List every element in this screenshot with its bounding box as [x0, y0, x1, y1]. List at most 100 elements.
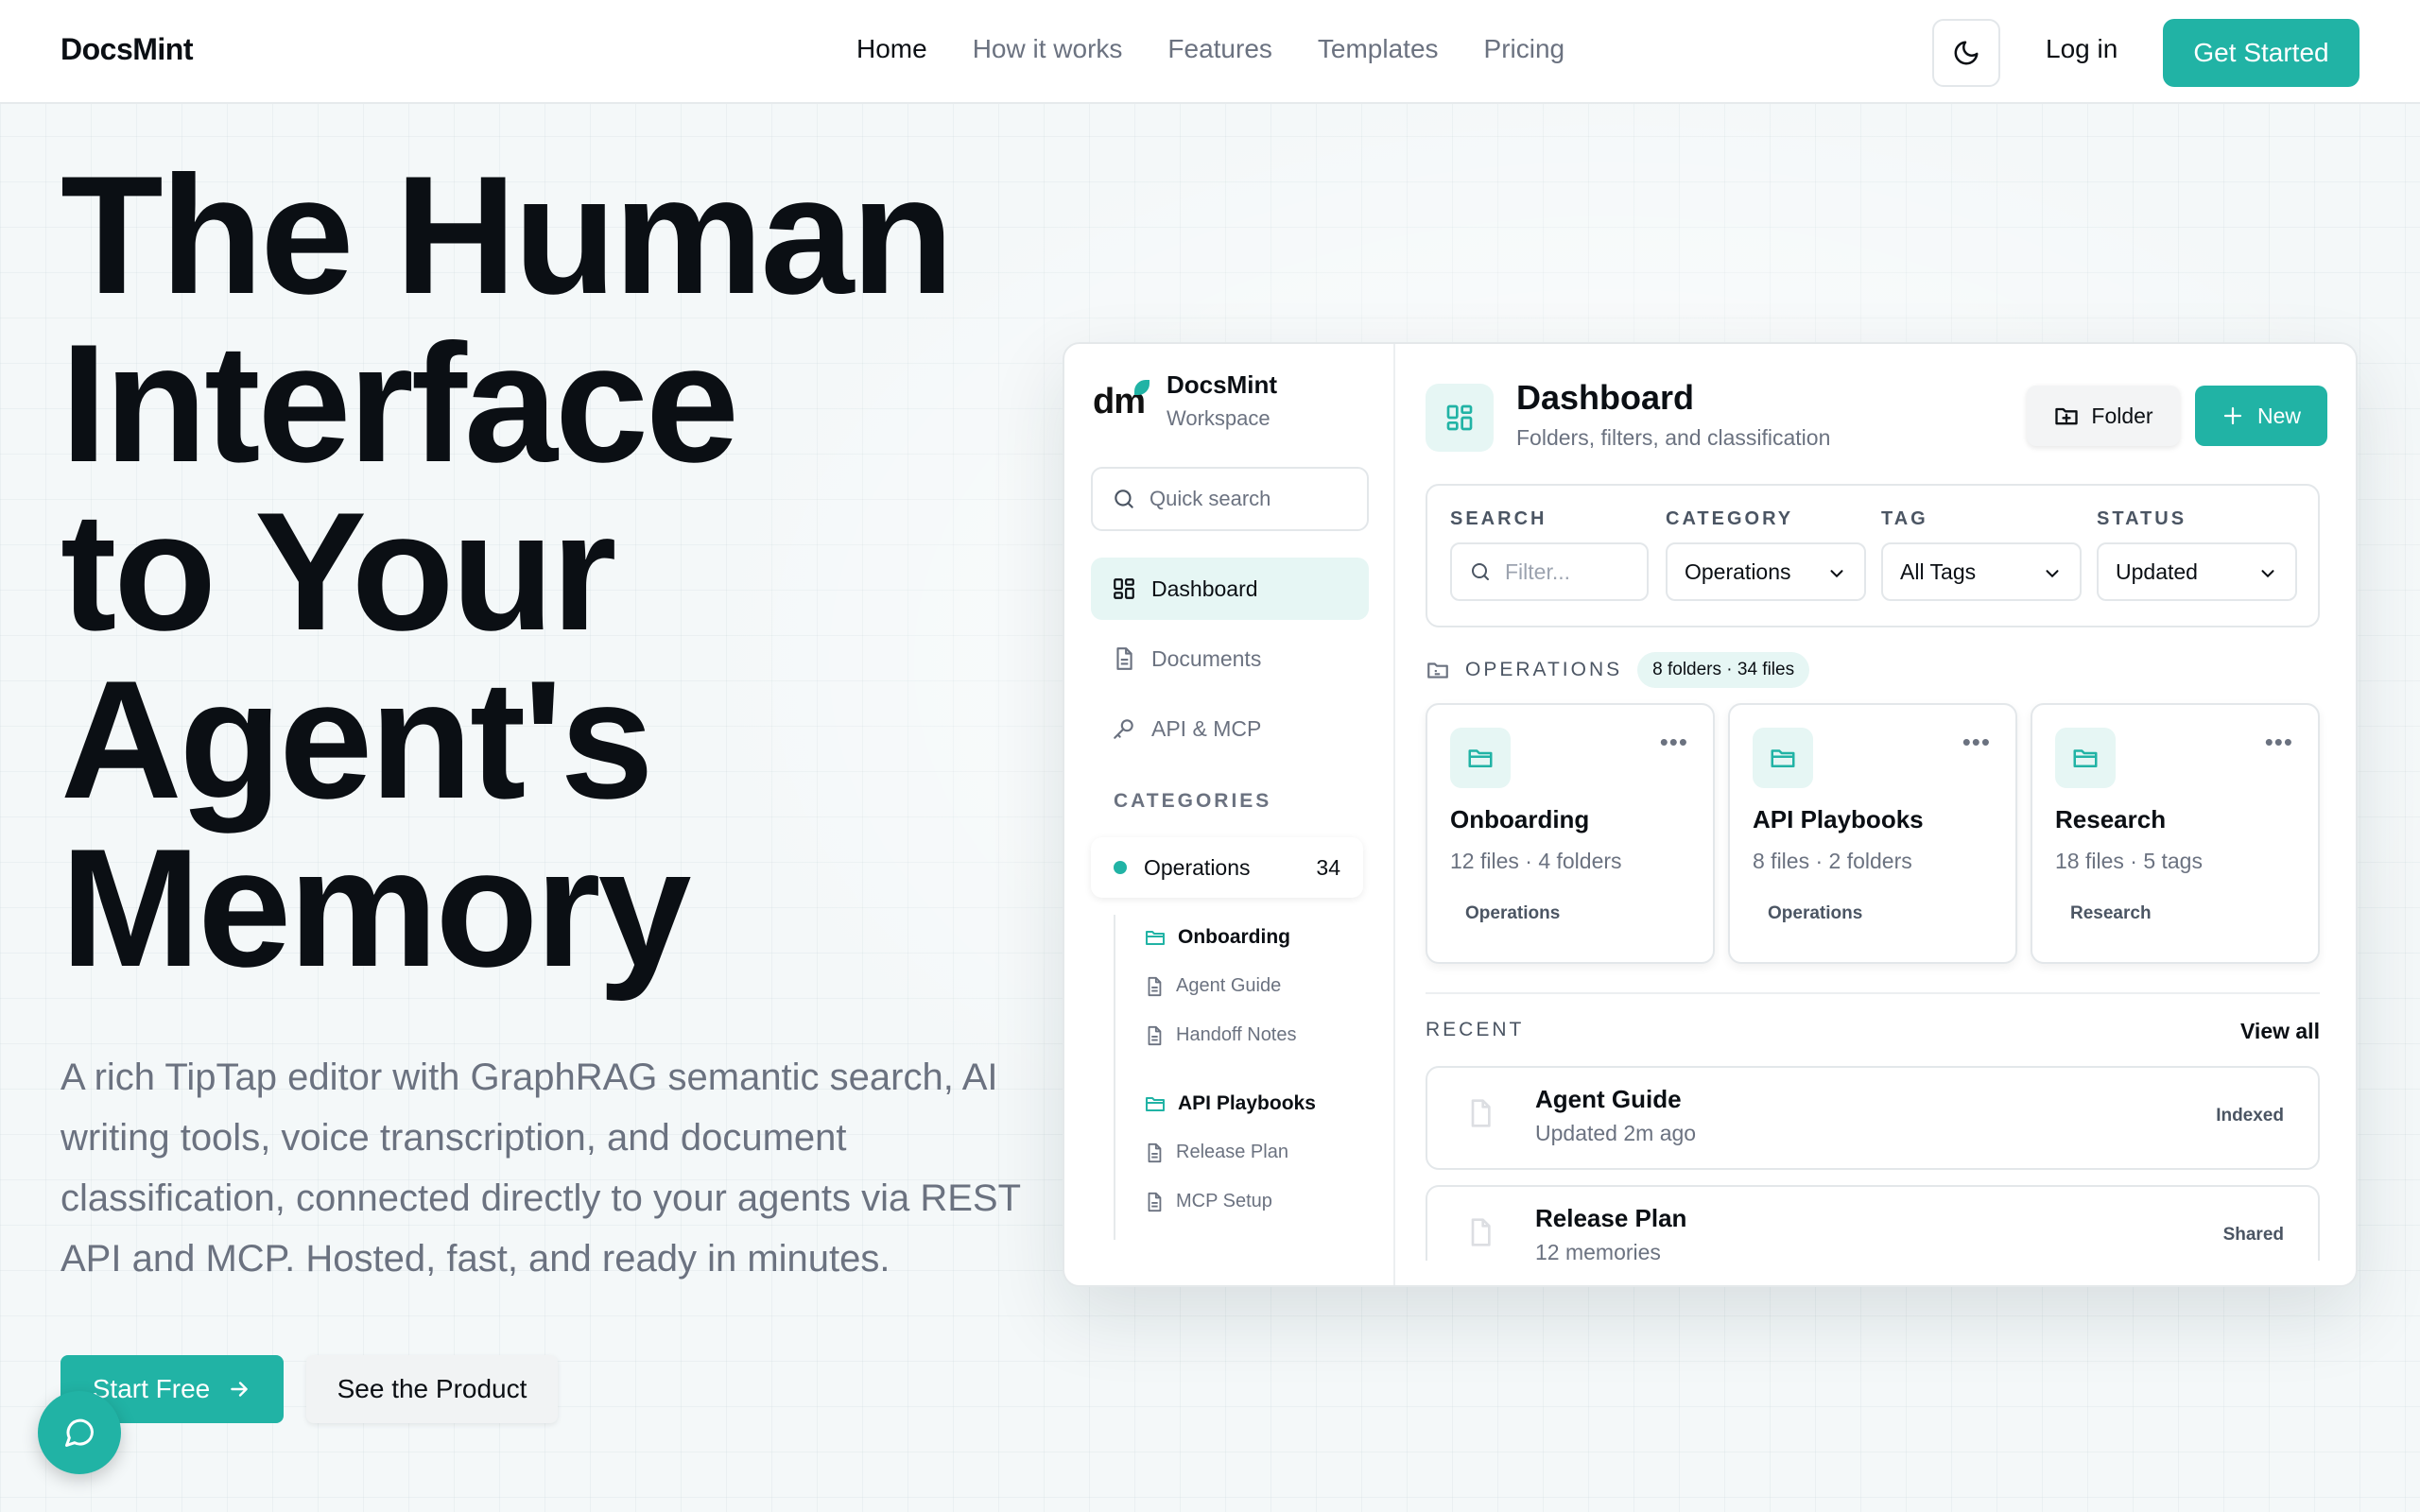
folder-card-category: Operations — [1768, 903, 1863, 923]
tree-folder-api-playbooks[interactable]: API Playbooks — [1144, 1092, 1316, 1115]
categories-heading: CATEGORIES — [1114, 790, 1272, 812]
hero-title-line: The Human — [60, 141, 954, 329]
workspace-name: DocsMint — [1167, 370, 1277, 399]
filter-search-input[interactable]: Filter... — [1450, 542, 1649, 601]
category-filter-label: CATEGORY — [1666, 508, 1794, 529]
folder-card[interactable]: ••• Research 18 files · 5 tags Research — [2031, 703, 2320, 964]
section-count-badge: 8 folders · 34 files — [1637, 652, 1810, 688]
filters-panel: SEARCH Filter... CATEGORY Operations TAG… — [1426, 484, 2320, 627]
document-icon — [1148, 976, 1162, 996]
filter-search-placeholder: Filter... — [1505, 558, 1571, 584]
top-nav: DocsMint Home How it works Features Temp… — [0, 0, 2420, 104]
new-label: New — [2256, 403, 2301, 428]
search-icon — [1115, 490, 1133, 508]
tree-doc-agent-guide[interactable]: Agent Guide — [1144, 975, 1281, 997]
nav-link-templates[interactable]: Templates — [1318, 34, 1439, 64]
folder-card-icon — [1753, 728, 1813, 788]
category-item-operations[interactable]: Operations 34 — [1091, 837, 1363, 898]
folder-card-icon — [2055, 728, 2116, 788]
view-all-link[interactable]: View all — [2240, 1019, 2320, 1044]
folder-tree-icon — [1427, 662, 1448, 679]
app-main: Dashboard Folders, filters, and classifi… — [1395, 344, 2356, 1285]
workspace-subtitle: Workspace — [1167, 406, 1270, 430]
folder-card[interactable]: ••• Onboarding 12 files · 4 folders Oper… — [1426, 703, 1715, 964]
folder-card-title: API Playbooks — [1753, 805, 1924, 833]
document-icon — [1148, 1025, 1162, 1045]
folder-icon — [1468, 749, 1493, 767]
recent-heading: RECENT — [1426, 1019, 1525, 1040]
see-product-button[interactable]: See the Product — [306, 1355, 558, 1423]
section-header: OPERATIONS 8 folders · 34 files — [1426, 652, 1810, 688]
tree-doc-mcp-setup[interactable]: MCP Setup — [1144, 1191, 1272, 1212]
category-dot — [1114, 861, 1127, 874]
chevron-down-icon — [2046, 570, 2059, 578]
recent-item[interactable]: Agent Guide Updated 2m ago Indexed — [1426, 1066, 2320, 1170]
nav-link-features[interactable]: Features — [1167, 34, 1272, 64]
folder-icon — [1771, 749, 1795, 767]
document-icon — [1471, 1218, 1491, 1246]
status-select[interactable]: Updated — [2097, 542, 2297, 601]
category-select[interactable]: Operations — [1666, 542, 1866, 601]
tag-select-value: All Tags — [1900, 558, 1977, 584]
tree-label: Handoff Notes — [1176, 1024, 1297, 1045]
sidebar-item-label: API & MCP — [1151, 715, 1262, 741]
tree-label: Onboarding — [1178, 926, 1290, 948]
recent-item-title: Agent Guide — [1535, 1085, 1682, 1113]
nav-link-home[interactable]: Home — [856, 34, 927, 64]
more-icon[interactable]: ••• — [1962, 728, 1991, 757]
folder-card-icon — [1450, 728, 1511, 788]
folder-plus-icon — [2055, 407, 2079, 425]
tag-filter-label: TAG — [1881, 508, 1928, 529]
login-link[interactable]: Log in — [2046, 34, 2118, 64]
quick-search-placeholder: Quick search — [1150, 487, 1271, 510]
status-badge: Indexed — [2216, 1106, 2284, 1125]
hero-title-line: Memory — [60, 814, 692, 1002]
theme-toggle-button[interactable] — [1932, 19, 2000, 87]
new-button[interactable]: New — [2195, 386, 2327, 446]
section-heading: OPERATIONS — [1465, 659, 1623, 680]
brand-logo[interactable]: DocsMint — [60, 32, 194, 67]
document-icon — [1148, 1192, 1162, 1211]
more-icon[interactable]: ••• — [2265, 728, 2293, 757]
nav-links: Home How it works Features Templates Pri… — [856, 34, 1564, 64]
section-divider — [1426, 992, 2320, 994]
folder-icon — [1146, 931, 1165, 945]
hero-title-line: to Your — [60, 477, 617, 665]
recent-item[interactable]: Release Plan 12 memories Shared — [1426, 1185, 2320, 1261]
quick-search-input[interactable]: Quick search — [1091, 467, 1369, 531]
folder-card-category: Research — [2070, 903, 2152, 923]
dashboard-header-icon — [1426, 384, 1494, 452]
hero-title: The Human Interface to Your Agent's Memo… — [60, 151, 1063, 992]
folder-card-category: Operations — [1465, 903, 1561, 923]
recent-item-title: Release Plan — [1535, 1204, 1687, 1232]
get-started-button[interactable]: Get Started — [2163, 19, 2360, 87]
tree-folder-onboarding[interactable]: Onboarding — [1144, 926, 1290, 949]
dashboard-icon — [1114, 578, 1134, 599]
tree-doc-handoff-notes[interactable]: Handoff Notes — [1144, 1024, 1297, 1046]
dashboard-icon — [1446, 404, 1473, 431]
more-icon[interactable]: ••• — [1660, 728, 1688, 757]
category-name: Operations — [1144, 854, 1251, 880]
nav-link-how-it-works[interactable]: How it works — [973, 34, 1123, 64]
document-icon — [1471, 1099, 1491, 1127]
sidebar-item-label: Documents — [1151, 645, 1262, 671]
tree-doc-release-plan[interactable]: Release Plan — [1144, 1142, 1288, 1163]
moon-icon — [1954, 41, 1979, 65]
folder-card[interactable]: ••• API Playbooks 8 files · 2 folders Op… — [1728, 703, 2017, 964]
nav-link-pricing[interactable]: Pricing — [1484, 34, 1565, 64]
sidebar-item-dashboard[interactable]: Dashboard — [1091, 558, 1369, 620]
chevron-down-icon — [1830, 570, 1843, 578]
new-folder-label: Folder — [2091, 403, 2153, 428]
tree-label: API Playbooks — [1178, 1092, 1316, 1114]
tag-select[interactable]: All Tags — [1881, 542, 2082, 601]
sidebar-item-documents[interactable]: Documents — [1091, 627, 1369, 690]
arrow-right-icon — [231, 1382, 249, 1397]
tree-label: Agent Guide — [1176, 975, 1282, 996]
new-folder-button[interactable]: Folder — [2027, 386, 2180, 446]
start-free-label: Start Free — [92, 1374, 211, 1403]
document-icon — [1116, 647, 1132, 670]
chat-button[interactable] — [38, 1391, 121, 1474]
hero-subtitle: A rich TipTap editor with GraphRAG seman… — [60, 1057, 1021, 1280]
sidebar-item-api-mcp[interactable]: API & MCP — [1091, 697, 1369, 760]
search-filter-label: SEARCH — [1450, 508, 1547, 529]
